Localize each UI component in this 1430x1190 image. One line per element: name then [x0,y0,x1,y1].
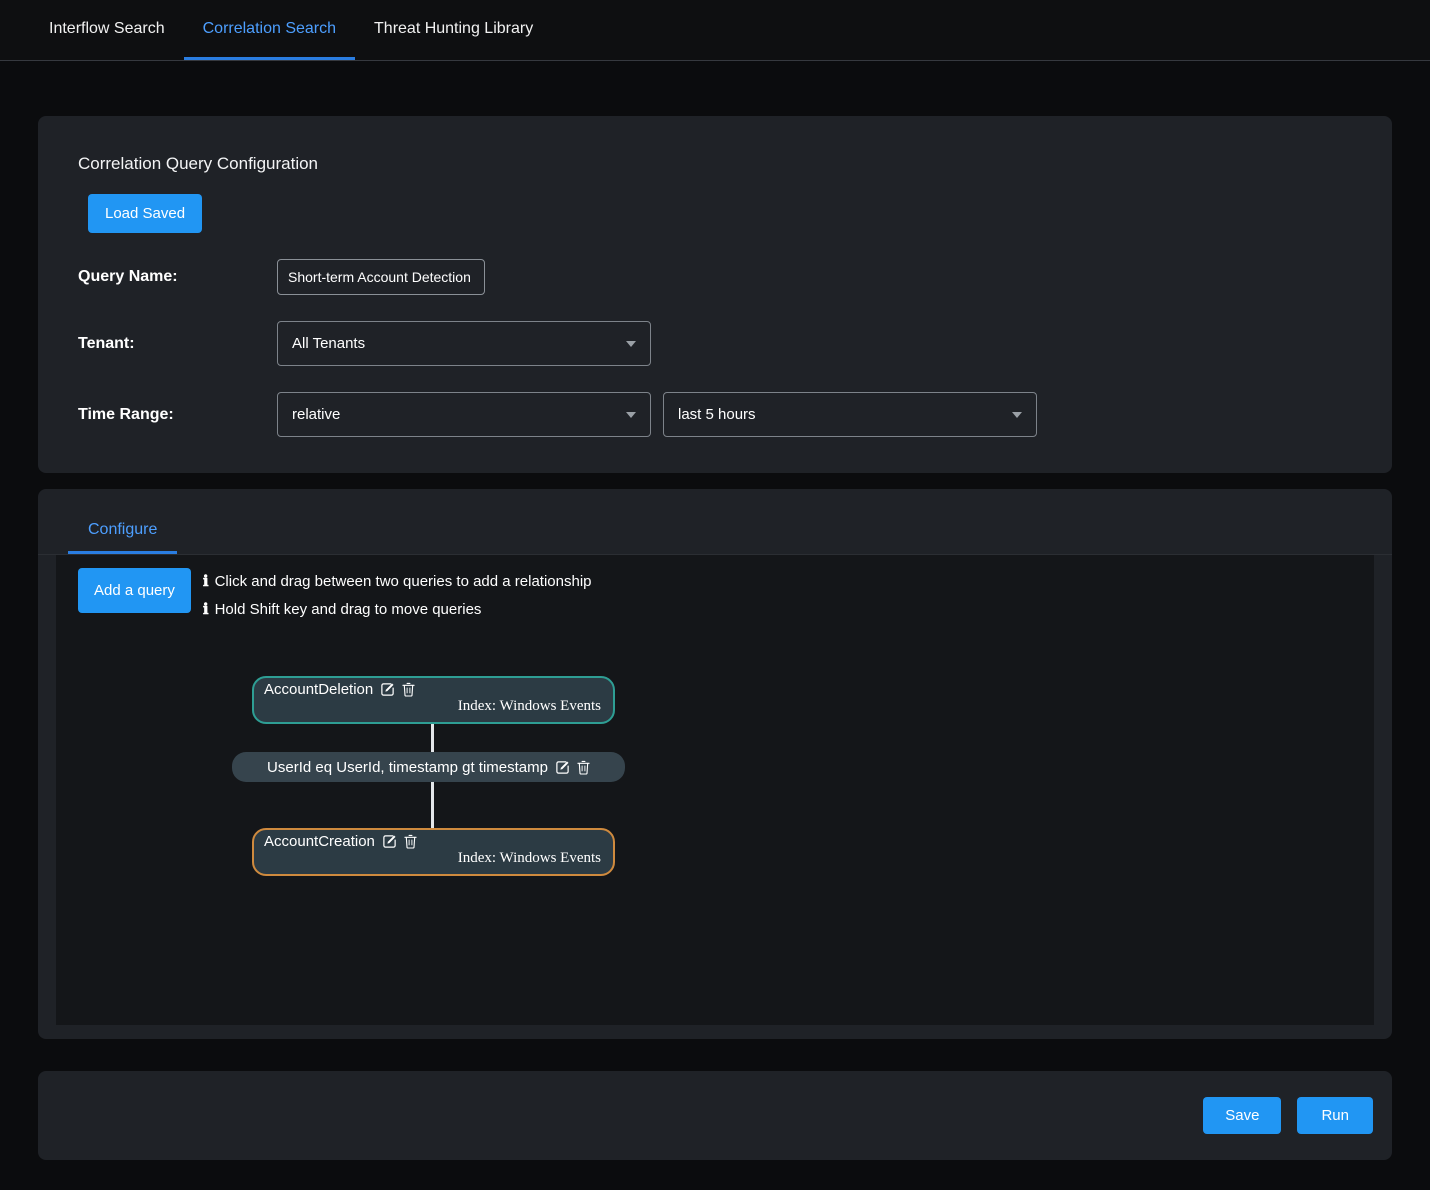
query-graph-canvas[interactable]: AccountDeletion [56,637,1374,1017]
correlation-query-configuration-card: Correlation Query Configuration Load Sav… [38,116,1392,473]
node-index-label: Index: Windows Events [264,850,603,867]
node-index-label: Index: Windows Events [264,698,603,715]
edit-icon[interactable] [382,834,397,849]
builder-hints: ℹ Click and drag between two queries to a… [203,568,592,624]
edit-icon[interactable] [380,682,395,697]
time-range-label: Time Range: [78,406,277,424]
load-saved-button[interactable]: Load Saved [88,194,202,233]
tab-configure[interactable]: Configure [68,507,177,554]
main-content: Correlation Query Configuration Load Sav… [0,116,1430,1160]
tab-label: Configure [88,521,157,538]
trash-icon[interactable] [404,834,417,849]
edit-icon[interactable] [555,760,570,775]
run-button[interactable]: Run [1297,1097,1373,1134]
hint-move-queries: ℹ Hold Shift key and drag to move queries [203,596,592,624]
query-name-row: Query Name: [78,259,1352,295]
hint-relationship: ℹ Click and drag between two queries to a… [203,568,592,596]
node-title: AccountCreation [264,833,375,850]
query-node-account-deletion[interactable]: AccountDeletion [252,676,615,724]
time-range-value-select[interactable]: last 5 hours [663,392,1037,437]
time-range-row: Time Range: relative last 5 hours [78,392,1352,437]
tenant-row: Tenant: All Tenants [78,321,1352,366]
trash-icon[interactable] [402,682,415,697]
query-name-label: Query Name: [78,268,277,286]
node-header: AccountDeletion [264,681,603,698]
caret-down-icon [626,341,636,347]
relationship-pill[interactable]: UserId eq UserId, timestamp gt timestamp [232,752,625,782]
relationship-label: UserId eq UserId, timestamp gt timestamp [267,759,548,776]
time-range-type-value: relative [292,406,340,423]
query-node-account-creation[interactable]: AccountCreation [252,828,615,876]
query-name-input[interactable] [277,259,485,295]
footer-action-bar: Save Run [38,1071,1392,1160]
caret-down-icon [626,412,636,418]
node-title: AccountDeletion [264,681,373,698]
tab-label: Correlation Search [203,20,336,38]
tab-label: Interflow Search [49,20,165,38]
caret-down-icon [1012,412,1022,418]
hint-text: Click and drag between two queries to ad… [215,573,592,590]
save-button[interactable]: Save [1203,1097,1281,1134]
tenant-select-value: All Tenants [292,335,365,352]
add-query-button[interactable]: Add a query [78,568,191,613]
tenant-select[interactable]: All Tenants [277,321,651,366]
tenant-label: Tenant: [78,335,277,353]
tab-label: Threat Hunting Library [374,20,533,38]
info-icon: ℹ [203,574,209,590]
info-icon: ℹ [203,602,209,618]
time-range-value: last 5 hours [678,406,756,423]
query-builder-panel: Add a query ℹ Click and drag between two … [56,555,1374,1025]
card-title: Correlation Query Configuration [78,154,1352,174]
configure-tab-bar: Configure [38,489,1392,555]
tab-interflow-search[interactable]: Interflow Search [30,0,184,60]
trash-icon[interactable] [577,760,590,775]
node-header: AccountCreation [264,833,603,850]
time-range-type-select[interactable]: relative [277,392,651,437]
tab-correlation-search[interactable]: Correlation Search [184,0,355,60]
hint-text: Hold Shift key and drag to move queries [215,601,482,618]
tab-threat-hunting-library[interactable]: Threat Hunting Library [355,0,552,60]
top-tab-bar: Interflow Search Correlation Search Thre… [0,0,1430,61]
builder-toolbar: Add a query ℹ Click and drag between two … [56,555,1374,637]
configure-card: Configure Add a query ℹ Click and drag be… [38,489,1392,1039]
